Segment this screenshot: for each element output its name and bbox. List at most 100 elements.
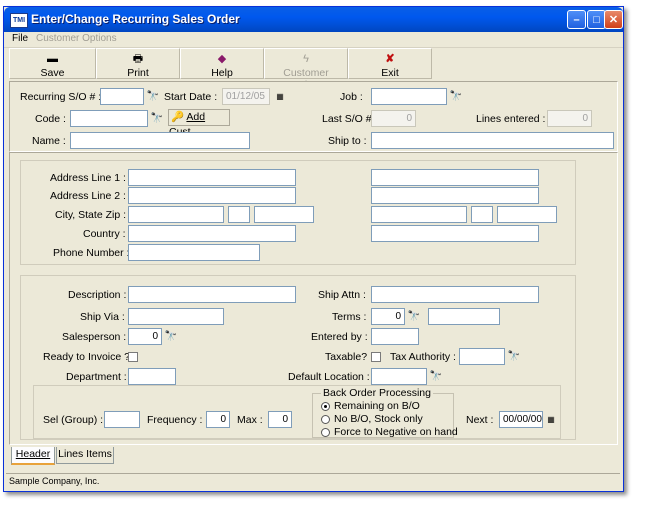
ship-address-line1-input[interactable] [371,169,539,186]
sel-group-label: Sel (Group) : [43,414,104,426]
tax-authority-input[interactable] [459,348,505,365]
help-book-icon: ◆ [217,53,227,65]
description-label: Description : [68,289,127,301]
ship-state-input[interactable] [471,206,493,223]
start-date-input[interactable]: 01/12/05 [222,88,270,105]
phone-number-input[interactable] [128,244,260,261]
lines-entered-label: Lines entered : [476,113,546,125]
bill-address-line2-input[interactable] [128,187,296,204]
entered-by-label: Entered by : [311,331,368,343]
exit-x-icon: ✘ [385,53,395,65]
printer-icon: 🖶 [132,53,144,65]
bill-city-input[interactable] [128,206,224,223]
radio-remaining-on-bo-label: Remaining on B/O [334,400,420,412]
ship-via-input[interactable] [128,308,224,325]
next-date-input[interactable]: 00/00/00 [499,411,543,428]
next-label: Next : [466,414,494,426]
terms-lookup-icon[interactable]: 🔭 [406,309,422,325]
ship-attn-input[interactable] [371,286,539,303]
minimize-button[interactable]: – [567,10,586,29]
department-input[interactable] [128,368,176,385]
sel-group-input[interactable] [104,411,140,428]
code-label: Code : [35,113,66,125]
next-calendar-icon[interactable]: ▦ [543,412,559,428]
help-button[interactable]: ◆ Help [180,48,264,79]
recurring-so-label: Recurring S/O # : [20,91,102,103]
ship-to-input[interactable] [371,132,614,149]
ship-country-input[interactable] [371,225,539,242]
job-lookup-icon[interactable]: 🔭 [448,89,464,105]
menu-file[interactable]: File [12,33,28,44]
lines-entered-input[interactable]: 0 [547,110,592,127]
radio-remaining-on-bo[interactable] [321,402,330,411]
add-cust-button[interactable]: 🔑 Add Cust [168,109,230,138]
ship-zip-input[interactable] [497,206,557,223]
radio-no-bo-stock-only[interactable] [321,415,330,424]
terms-input[interactable]: 0 [371,308,405,325]
bill-state-input[interactable] [228,206,250,223]
country-label: Country : [83,228,126,240]
recurring-so-lookup-icon[interactable]: 🔭 [145,89,161,105]
radio-no-bo-stock-only-label: No B/O, Stock only [334,413,423,425]
customer-options-button[interactable]: ϟ Customer Options [264,48,348,91]
taxable-checkbox[interactable] [371,352,381,362]
tab-header[interactable]: Header [11,447,55,465]
key-icon: 🔑 [171,111,185,123]
name-input[interactable] [70,132,250,149]
frequency-label: Frequency : [147,414,203,426]
description-input[interactable] [128,286,296,303]
lightning-icon: ϟ [303,53,309,65]
ship-attn-label: Ship Attn : [318,289,366,301]
application-window: TMI Enter/Change Recurring Sales Order –… [3,6,624,492]
bill-zip-input[interactable] [254,206,314,223]
tab-lines-items[interactable]: Lines Items [56,447,114,464]
ship-address-line2-input[interactable] [371,187,539,204]
radio-force-negative-label: Force to Negative on hand [334,426,458,438]
tax-authority-lookup-icon[interactable]: 🔭 [506,349,522,365]
radio-force-negative[interactable] [321,428,330,437]
default-location-lookup-icon[interactable]: 🔭 [428,369,444,385]
salesperson-input[interactable]: 0 [128,328,162,345]
bill-country-input[interactable] [128,225,296,242]
job-label: Job : [340,91,363,103]
ship-to-label: Ship to : [328,135,367,147]
toolbar: ▬ Save 🖶 Print ◆ Help ϟ Customer Options… [9,48,621,91]
last-so-input[interactable]: 0 [371,110,416,127]
department-label: Department : [66,371,127,383]
calendar-icon[interactable]: ▦ [272,89,288,105]
ship-city-input[interactable] [371,206,467,223]
title-bar[interactable]: TMI Enter/Change Recurring Sales Order –… [4,7,623,32]
city-state-zip-label: City, State Zip : [55,209,126,221]
default-location-input[interactable] [371,368,427,385]
terms-description-input[interactable] [428,308,500,325]
app-icon[interactable]: TMI [10,13,28,28]
max-label: Max : [237,414,263,426]
max-input[interactable]: 0 [268,411,292,428]
default-location-label: Default Location : [288,371,370,383]
print-button[interactable]: 🖶 Print [96,48,180,79]
tax-authority-label: Tax Authority : [390,351,456,363]
menu-bar: File Customer Options [4,32,623,48]
salesperson-lookup-icon[interactable]: 🔭 [163,329,179,345]
exit-button[interactable]: ✘ Exit [348,48,432,79]
phone-number-label: Phone Number : [53,247,130,259]
ship-via-label: Ship Via : [80,311,125,323]
close-button[interactable]: ✕ [604,10,623,29]
entered-by-input[interactable] [371,328,419,345]
name-label: Name : [32,135,66,147]
save-button[interactable]: ▬ Save [9,48,96,79]
terms-label: Terms : [332,311,367,323]
job-input[interactable] [371,88,447,105]
recurring-so-input[interactable] [100,88,144,105]
start-date-label: Start Date : [164,91,218,103]
code-input[interactable] [70,110,148,127]
bill-address-line1-input[interactable] [128,169,296,186]
code-lookup-icon[interactable]: 🔭 [149,111,165,127]
ready-to-invoice-checkbox[interactable] [128,352,138,362]
last-so-label: Last S/O # [322,113,372,125]
main-panel: Address Line 1 : Address Line 2 : City, … [9,152,618,445]
save-icon: ▬ [47,53,58,65]
frequency-input[interactable]: 0 [206,411,230,428]
menu-customer-options[interactable]: Customer Options [36,33,117,44]
ready-to-invoice-label: Ready to Invoice ? [43,351,130,363]
